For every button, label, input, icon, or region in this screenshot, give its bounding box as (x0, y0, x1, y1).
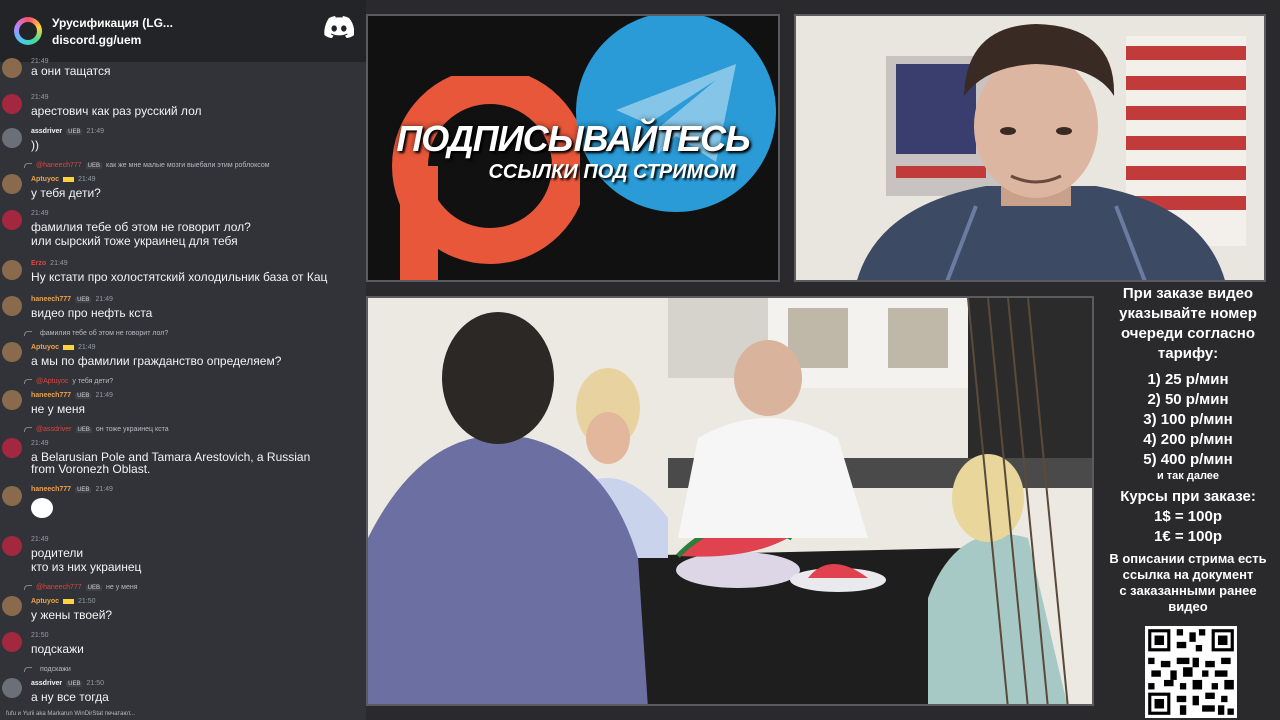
tariff-item: 4) 200 р/мин (1143, 431, 1233, 448)
avatar[interactable] (2, 342, 22, 362)
message-text: видео про нефть кста (31, 306, 153, 320)
flag-badge (63, 599, 74, 604)
username[interactable]: Aptuyoc (31, 176, 59, 183)
message-text: а ну все тогда (31, 690, 109, 704)
ordering-info-panel: При заказе видео указывайте номер очеред… (1100, 284, 1276, 720)
flag-badge (63, 177, 74, 182)
avatar[interactable] (2, 632, 22, 652)
reply-preview[interactable]: @haneech777 UEB как же мне малые мозги вые… (24, 162, 270, 169)
reply-preview[interactable]: фамилия тебе об этом не говорит лол? (24, 330, 168, 337)
role-badge: UEB (75, 296, 92, 303)
message-text: фамилия тебе об этом не говорит лол? (31, 220, 251, 234)
description-note: видео (1168, 599, 1208, 614)
reply-preview[interactable]: @Aptuyoc у тебя дети? (24, 378, 113, 385)
typing-indicator: fufu и Yurii aka Markarun WinDirStat печ… (6, 711, 135, 717)
server-invite-link[interactable]: discord.gg/uem (52, 33, 173, 47)
custom-emoji-icon[interactable] (31, 498, 53, 518)
username[interactable]: Erzo (31, 260, 46, 267)
reply-preview[interactable]: @haneech777 UEB не у меня (24, 584, 138, 591)
message-text: а они тащатся (31, 64, 111, 78)
rates-title: Курсы при заказе: (1120, 488, 1256, 505)
rate-item: 1$ = 100р (1154, 508, 1222, 525)
server-name: Урусификация (LG... (52, 15, 173, 30)
message-text: у тебя дети? (31, 186, 101, 200)
info-header-line: очереди согласно (1120, 325, 1256, 342)
message-text-line2: from Voronezh Oblast. (31, 462, 151, 476)
message-text-line2: кто из них украинец (31, 560, 142, 574)
rate-item: 1€ = 100р (1154, 528, 1222, 545)
username[interactable]: assdriver (31, 680, 62, 687)
server-icon (14, 17, 42, 45)
avatar[interactable] (2, 94, 22, 114)
message-list: 21:49 а они тащатся 21:49 арестович как … (0, 58, 366, 720)
tariff-item: 5) 400 р/мин (1143, 451, 1233, 468)
tariff-item: 2) 50 р/мин (1147, 391, 1229, 408)
role-badge: UEB (66, 680, 83, 687)
info-header-line: При заказе видео (1122, 285, 1254, 302)
video-player[interactable] (366, 296, 1094, 706)
username[interactable]: haneech777 (31, 296, 71, 303)
message-text: родители (31, 546, 84, 560)
role-badge: UEB (75, 392, 92, 399)
info-header-line: тарифу: (1157, 345, 1219, 362)
message-text: )) (31, 138, 39, 152)
avatar[interactable] (2, 678, 22, 698)
avatar[interactable] (2, 438, 22, 458)
discord-chat-overlay: Урусификация (LG... discord.gg/uem 21:49… (0, 0, 366, 720)
avatar[interactable] (2, 128, 22, 148)
flag-badge (63, 345, 74, 350)
avatar[interactable] (2, 486, 22, 506)
reply-preview[interactable]: @assdriver UEB он тоже украинец кста (24, 426, 169, 433)
role-badge: UEB (75, 486, 92, 493)
chat-header: Урусификация (LG... discord.gg/uem (0, 0, 366, 62)
message-text-line2: или сырский тоже украинец для тебя (31, 234, 238, 248)
description-note: ссылка на документ (1122, 567, 1254, 582)
description-note: с заказанными ранее (1119, 583, 1257, 598)
avatar[interactable] (2, 536, 22, 556)
tariff-etc: и так далее (1156, 470, 1220, 482)
tariff-item: 1) 25 р/мин (1147, 371, 1229, 388)
promo-subtitle: ССЫЛКИ ПОД СТРИМОМ (488, 161, 736, 183)
avatar[interactable] (2, 390, 22, 410)
avatar[interactable] (2, 296, 22, 316)
subscribe-promo-panel: ПОДПИСЫВАЙТЕСЬ ССЫЛКИ ПОД СТРИМОМ (366, 14, 780, 282)
qr-code-icon[interactable] (1145, 626, 1237, 718)
avatar[interactable] (2, 58, 22, 78)
avatar[interactable] (2, 260, 22, 280)
message-text: у жены твоей? (31, 608, 113, 622)
message-text: подскажи (31, 642, 84, 656)
promo-title: ПОДПИСЫВАЙТЕСЬ (396, 118, 750, 159)
username[interactable]: assdriver (31, 128, 62, 135)
info-header-line: указывайте номер (1119, 305, 1257, 322)
video-frame (368, 298, 1092, 704)
avatar[interactable] (2, 174, 22, 194)
reply-preview[interactable]: подскажи (24, 666, 71, 673)
username[interactable]: haneech777 (31, 486, 71, 493)
username[interactable]: Aptuyoc (31, 598, 59, 605)
role-badge: UEB (66, 128, 83, 135)
tariff-item: 3) 100 р/мин (1143, 411, 1233, 428)
message-text: Ну кстати про холостятский холодильник б… (31, 270, 328, 284)
discord-logo-icon (324, 16, 354, 38)
message-text: не у меня (31, 402, 86, 416)
username[interactable]: Aptuyoc (31, 344, 59, 351)
webcam-scene (796, 16, 1264, 280)
description-note: В описании стрима есть (1109, 551, 1267, 566)
avatar[interactable] (2, 596, 22, 616)
message-text: а мы по фамилии гражданство определяем? (31, 354, 282, 368)
webcam-feed (794, 14, 1266, 282)
username[interactable]: haneech777 (31, 392, 71, 399)
avatar[interactable] (2, 210, 22, 230)
message-text: арестович как раз русский лол (31, 104, 202, 118)
